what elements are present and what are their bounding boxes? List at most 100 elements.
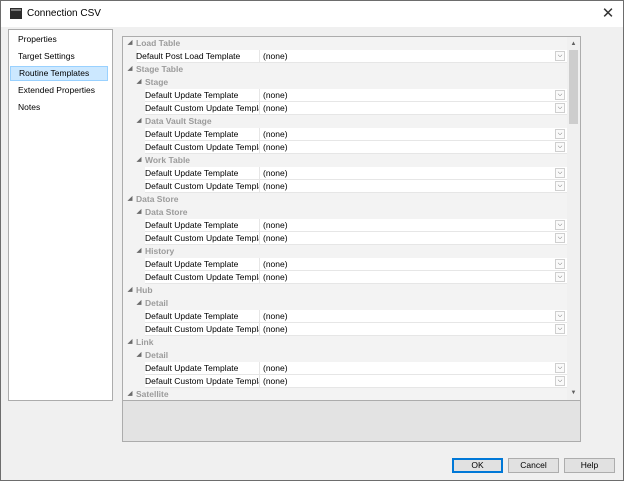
property-value[interactable]: (none) (263, 232, 553, 245)
category-label: Detail (145, 298, 169, 308)
collapse-icon[interactable]: ◢ (126, 63, 134, 76)
collapse-icon[interactable]: ◢ (135, 297, 143, 310)
dropdown-icon[interactable]: ⌵ (555, 233, 565, 243)
property-value[interactable]: (none) (263, 219, 553, 232)
property-name: Default Custom Update Templat (145, 376, 259, 386)
collapse-icon[interactable]: ◢ (126, 336, 134, 349)
dropdown-icon[interactable]: ⌵ (555, 142, 565, 152)
nav-item-routine-templates[interactable]: Routine Templates (10, 66, 108, 81)
category-row[interactable]: ◢ Hub (123, 284, 567, 297)
property-row[interactable]: Default Update Template (none) ⌵ (123, 310, 567, 323)
property-value[interactable]: (none) (263, 362, 553, 375)
dropdown-icon[interactable]: ⌵ (555, 272, 565, 282)
category-row[interactable]: ◢ Detail (123, 349, 567, 362)
category-row[interactable]: ◢ Data Store (123, 193, 567, 206)
collapse-icon[interactable]: ◢ (126, 37, 134, 50)
property-value[interactable]: (none) (263, 180, 553, 193)
dropdown-icon[interactable]: ⌵ (555, 181, 565, 191)
property-row[interactable]: Default Update Template (none) ⌵ (123, 167, 567, 180)
row-indent (137, 271, 145, 284)
property-row[interactable]: Default Custom Update Templat (none) ⌵ (123, 375, 567, 388)
collapse-icon[interactable]: ◢ (135, 206, 143, 219)
property-value[interactable]: (none) (263, 128, 553, 141)
category-row[interactable]: ◢ Work Table (123, 154, 567, 167)
section-nav: Properties Target Settings Routine Templ… (8, 29, 113, 401)
column-separator (259, 362, 260, 375)
property-value[interactable]: (none) (263, 167, 553, 180)
property-value[interactable]: (none) (263, 89, 553, 102)
scroll-up-icon[interactable]: ▲ (568, 38, 579, 50)
cancel-button[interactable]: Cancel (508, 458, 559, 473)
nav-item-notes[interactable]: Notes (10, 100, 108, 115)
category-row[interactable]: ◢ Data Store (123, 206, 567, 219)
nav-item-target-settings[interactable]: Target Settings (10, 49, 108, 64)
row-gutter (123, 362, 137, 375)
property-value[interactable]: (none) (263, 375, 553, 388)
vertical-scrollbar[interactable]: ▲ ▼ (567, 37, 580, 400)
dropdown-icon[interactable]: ⌵ (555, 103, 565, 113)
nav-item-extended-properties[interactable]: Extended Properties (10, 83, 108, 98)
category-row[interactable]: ◢ Data Vault Stage (123, 115, 567, 128)
property-row[interactable]: Default Custom Update Templat (none) ⌵ (123, 141, 567, 154)
property-row[interactable]: Default Custom Update Templat (none) ⌵ (123, 180, 567, 193)
collapse-icon[interactable]: ◢ (135, 115, 143, 128)
property-row[interactable]: Default Custom Update Templat (none) ⌵ (123, 323, 567, 336)
property-row[interactable]: Default Update Template (none) ⌵ (123, 219, 567, 232)
category-row[interactable]: ◢ History (123, 245, 567, 258)
category-row[interactable]: ◢ Link (123, 336, 567, 349)
dropdown-icon[interactable]: ⌵ (555, 51, 565, 61)
property-value[interactable]: (none) (263, 258, 553, 271)
row-indent (137, 219, 145, 232)
ok-button[interactable]: OK (452, 458, 503, 473)
category-row[interactable]: ◢ Stage Table (123, 63, 567, 76)
property-value[interactable]: (none) (263, 310, 553, 323)
column-separator (259, 50, 260, 63)
property-row[interactable]: Default Update Template (none) ⌵ (123, 89, 567, 102)
property-value[interactable]: (none) (263, 271, 553, 284)
nav-item-properties[interactable]: Properties (10, 32, 108, 47)
property-row[interactable]: Default Post Load Template (none) ⌵ (123, 50, 567, 63)
property-name: Default Update Template (145, 259, 239, 269)
dropdown-icon[interactable]: ⌵ (555, 259, 565, 269)
dropdown-icon[interactable]: ⌵ (555, 168, 565, 178)
property-value[interactable]: (none) (263, 102, 553, 115)
property-row[interactable]: Default Update Template (none) ⌵ (123, 362, 567, 375)
category-row[interactable]: ◢ Load Table (123, 37, 567, 50)
dropdown-icon[interactable]: ⌵ (555, 363, 565, 373)
property-row[interactable]: Default Update Template (none) ⌵ (123, 258, 567, 271)
category-label: Link (136, 337, 154, 347)
property-row[interactable]: Default Custom Update Templat (none) ⌵ (123, 232, 567, 245)
dropdown-icon[interactable]: ⌵ (555, 220, 565, 230)
dropdown-icon[interactable]: ⌵ (555, 311, 565, 321)
collapse-icon[interactable]: ◢ (135, 154, 143, 167)
dropdown-icon[interactable]: ⌵ (555, 129, 565, 139)
property-value[interactable]: (none) (263, 323, 553, 336)
collapse-icon[interactable]: ◢ (135, 349, 143, 362)
property-row[interactable]: Default Update Template (none) ⌵ (123, 128, 567, 141)
scroll-thumb[interactable] (569, 50, 578, 124)
column-separator (259, 180, 260, 193)
collapse-icon[interactable]: ◢ (135, 76, 143, 89)
category-row[interactable]: ◢ Stage (123, 76, 567, 89)
property-value[interactable]: (none) (263, 141, 553, 154)
row-gutter (123, 89, 137, 102)
property-row[interactable]: Default Custom Update Templat (none) ⌵ (123, 102, 567, 115)
collapse-icon[interactable]: ◢ (135, 245, 143, 258)
dropdown-icon[interactable]: ⌵ (555, 90, 565, 100)
row-gutter (123, 310, 137, 323)
scroll-down-icon[interactable]: ▼ (568, 387, 579, 399)
close-icon[interactable]: ✕ (599, 5, 617, 23)
column-separator (259, 141, 260, 154)
category-label: Stage Table (136, 64, 184, 74)
dropdown-icon[interactable]: ⌵ (555, 376, 565, 386)
category-row[interactable]: ◢ Detail (123, 297, 567, 310)
row-gutter (123, 167, 137, 180)
property-value[interactable]: (none) (263, 50, 553, 63)
collapse-icon[interactable]: ◢ (126, 193, 134, 206)
collapse-icon[interactable]: ◢ (126, 284, 134, 297)
property-name: Default Update Template (145, 129, 239, 139)
property-row[interactable]: Default Custom Update Templat (none) ⌵ (123, 271, 567, 284)
dropdown-icon[interactable]: ⌵ (555, 324, 565, 334)
help-button[interactable]: Help (564, 458, 615, 473)
property-name: Default Custom Update Templat (145, 272, 259, 282)
